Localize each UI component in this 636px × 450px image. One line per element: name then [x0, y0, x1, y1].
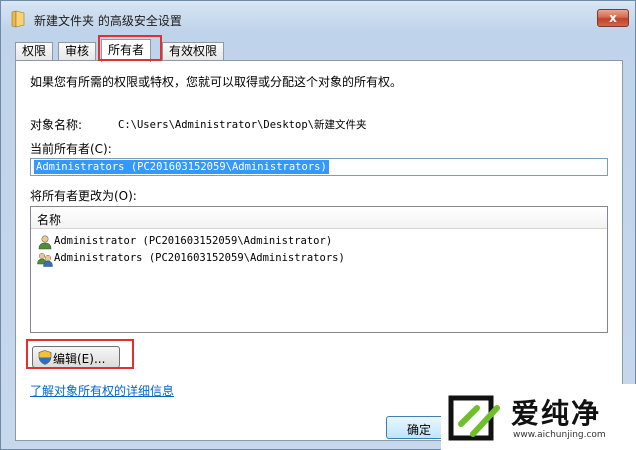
dialog-window: 新建文件夹 的高级安全设置 x 权限 审核 所有者 有效权限 如果您有所需的权限… — [0, 0, 636, 450]
title-bar[interactable]: 新建文件夹 的高级安全设置 x — [1, 1, 635, 35]
current-owner-label: 当前所有者(C): — [30, 142, 112, 156]
list-item[interactable]: Administrator (PC201603152059\Administra… — [35, 233, 603, 250]
list-item[interactable]: Administrators (PC201603152059\Administr… — [35, 250, 603, 267]
object-name-value: C:\Users\Administrator\Desktop\新建文件夹 — [118, 119, 367, 131]
owner-list[interactable]: 名称 Administrator (PC201603152059\Adminis… — [30, 206, 608, 333]
group-icon — [37, 252, 53, 267]
list-header[interactable]: 名称 — [31, 207, 607, 229]
ok-button-label: 确定 — [407, 423, 432, 437]
highlight-box-owner-tab — [98, 35, 162, 61]
object-name-label: 对象名称: — [30, 118, 83, 132]
close-icon: x — [609, 11, 617, 25]
list-header-name: 名称 — [37, 213, 62, 227]
watermark-brand: 爱纯净 — [511, 397, 602, 430]
close-button[interactable]: x — [597, 9, 629, 27]
owner-name: Administrator (PC201603152059\Administra… — [54, 235, 333, 247]
tab-auditing[interactable]: 审核 — [58, 42, 97, 61]
highlight-box-edit-button — [26, 339, 134, 369]
intro-text: 如果您有所需的权限或特权，您就可以取得或分配这个对象的所有权。 — [30, 75, 403, 89]
current-owner-field[interactable]: Administrators (PC201603152059\Administr… — [30, 158, 608, 176]
watermark: 爱纯净 www.aichunjing.com — [441, 384, 636, 450]
watermark-url: www.aichunjing.com — [513, 430, 606, 440]
brand-logo-icon — [448, 395, 500, 441]
folder-icon — [11, 10, 25, 28]
tab-permissions[interactable]: 权限 — [15, 42, 54, 61]
ownership-info-link[interactable]: 了解对象所有权的详细信息 — [30, 382, 174, 399]
window-title: 新建文件夹 的高级安全设置 — [34, 14, 182, 28]
tab-effective-permissions[interactable]: 有效权限 — [162, 42, 225, 61]
owner-name: Administrators (PC201603152059\Administr… — [54, 252, 345, 264]
current-owner-value: Administrators (PC201603152059\Administr… — [34, 160, 329, 174]
user-icon — [38, 235, 52, 250]
change-owner-label: 将所有者更改为(O): — [30, 189, 137, 203]
